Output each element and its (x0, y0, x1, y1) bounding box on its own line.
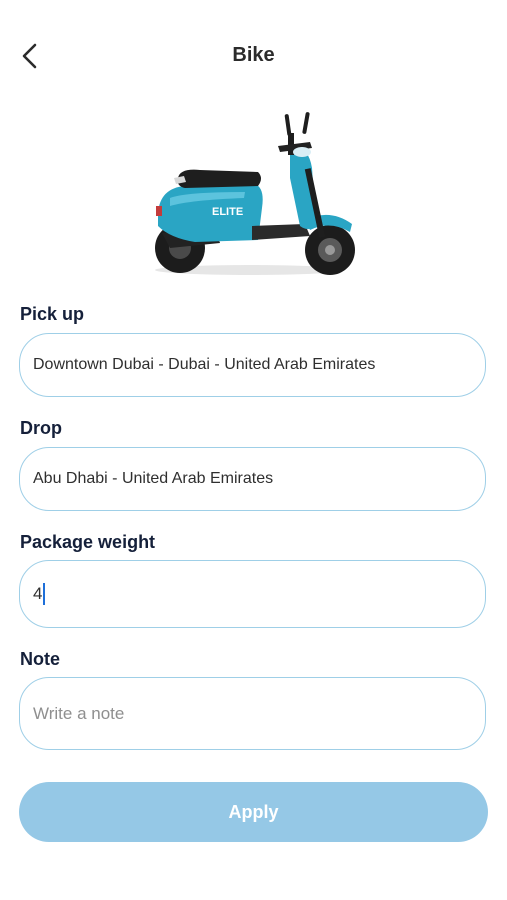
note-placeholder: Write a note (33, 703, 125, 723)
apply-button[interactable]: Apply (19, 782, 488, 842)
brand-text: ELITE (212, 206, 243, 218)
top-bar: Bike (0, 30, 507, 82)
package-weight-value: 4 (33, 584, 43, 603)
drop-value: Abu Dhabi - United Arab Emirates (33, 470, 274, 487)
pickup-value: Downtown Dubai - Dubai - United Arab Emi… (33, 356, 376, 373)
package-weight-input[interactable]: 4 (19, 560, 486, 628)
drop-field[interactable]: Abu Dhabi - United Arab Emirates (19, 447, 486, 511)
page-title: Bike (232, 44, 275, 66)
note-input[interactable]: Write a note (19, 677, 486, 750)
text-cursor (43, 583, 46, 605)
pickup-field[interactable]: Downtown Dubai - Dubai - United Arab Emi… (19, 333, 486, 397)
pickup-label: Pick up (20, 304, 85, 324)
vehicle-image: ELITE (140, 108, 365, 280)
package-weight-label: Package weight (20, 532, 156, 552)
note-label: Note (20, 649, 60, 669)
drop-label: Drop (20, 418, 62, 438)
